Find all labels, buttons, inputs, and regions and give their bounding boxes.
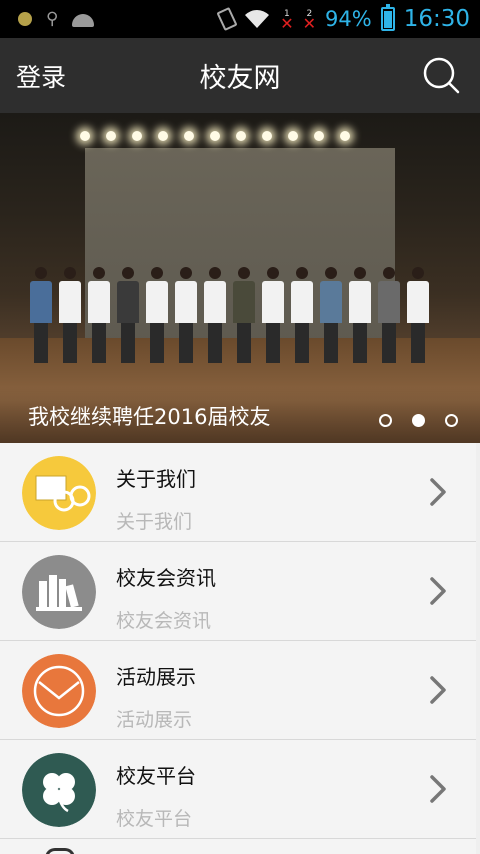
battery-percent: 94% [325,7,372,31]
status-bar: ⚲ 1 ✕ 2 ✕ 94% 16:30 [0,0,480,38]
menu-item-title: 校友平台 [116,764,196,788]
banner-carousel[interactable]: 我校继续聘任2016届校友 [0,113,480,443]
menu-item-subtitle: 活动展示 [116,709,193,731]
next-menu-item-peek [0,839,476,854]
menu-item[interactable]: 校友会资讯 校友会资讯 [0,542,476,641]
envelope-icon [22,654,96,728]
banner-caption: 我校继续聘任2016届校友 [28,405,271,429]
battery-icon [380,4,395,31]
menu-list: 关于我们 关于我们 校友会资讯 校友会资讯 活动展示 活动展示 校友平台 校友平… [0,443,476,854]
carousel-dot[interactable] [445,414,458,427]
menu-item-title: 活动展示 [116,665,196,689]
login-button[interactable]: 登录 [16,58,66,94]
clover-icon [22,753,96,827]
chevron-right-icon [430,775,446,803]
page-title: 校友网 [199,63,281,94]
menu-item-title: 校友会资讯 [116,566,216,590]
about-us-icon [22,456,96,530]
carousel-dot[interactable] [379,414,392,427]
wifi-icon [245,10,270,28]
menu-item-title: 关于我们 [116,467,196,491]
app-header: 登录 校友网 [0,38,480,113]
vibrate-icon [216,6,238,32]
banner-photo-people [30,243,450,363]
usb-icon: ⚲ [46,9,59,29]
sim1-no-signal-icon: 1 ✕ [280,9,294,33]
app-screen: ⚲ 1 ✕ 2 ✕ 94% 16:30 登录 校友网 我校继续聘任2016届校友… [0,0,480,854]
books-icon [22,555,96,629]
android-icon [72,13,95,27]
chevron-right-icon [430,478,446,506]
menu-item[interactable]: 活动展示 活动展示 [0,641,476,740]
banner-caption-bar: 我校继续聘任2016届校友 [0,387,480,443]
stage-lights [80,131,400,141]
menu-item-subtitle: 校友平台 [116,808,193,830]
menu-item-subtitle: 校友会资讯 [116,610,212,632]
sim2-no-signal-icon: 2 ✕ [302,9,317,33]
chevron-right-icon [430,577,446,605]
menu-item[interactable]: 校友平台 校友平台 [0,740,476,839]
status-time: 16:30 [403,6,470,32]
battery-level-fill [383,10,392,28]
chevron-right-icon [430,676,446,704]
carousel-dot[interactable] [412,414,425,427]
menu-item-subtitle: 关于我们 [116,511,193,533]
menu-item[interactable]: 关于我们 关于我们 [0,443,476,542]
search-icon[interactable] [422,56,462,96]
notification-dot-icon [18,12,32,26]
carousel-indicator [379,414,458,427]
